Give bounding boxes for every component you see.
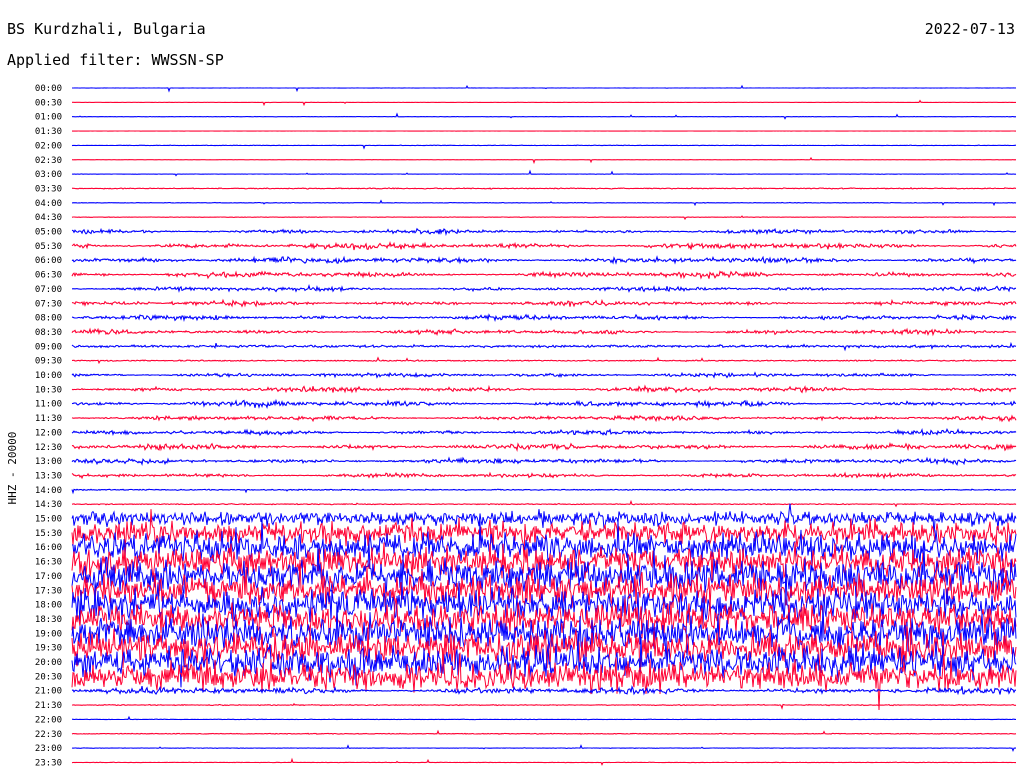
trace-row-1030	[71, 384, 1017, 394]
time-label: 03:30	[35, 184, 62, 194]
time-labels: 00:00 00:30 01:00 01:30 02:00 02:30 03:00 03:30…	[35, 84, 62, 768]
time-label: 23:00	[35, 744, 62, 754]
time-label: 20:30	[35, 672, 62, 682]
trace-row-0230	[71, 156, 1017, 165]
trace-row-2200	[71, 715, 1016, 721]
time-label: 10:30	[35, 385, 62, 395]
time-label: 14:00	[35, 486, 62, 496]
time-label: 22:30	[35, 730, 62, 740]
time-label: 13:00	[35, 457, 62, 467]
trace-row-0600	[71, 255, 1017, 265]
trace-row-1730	[71, 559, 1017, 612]
time-label: 21:30	[35, 701, 62, 711]
trace-row-2130	[71, 702, 1017, 710]
time-label: 21:00	[35, 687, 62, 697]
time-label: 07:00	[35, 285, 62, 295]
seismogram-chart: 00:00 00:30 01:00 01:30 02:00 02:30 03:00 03:30…	[35, 84, 1017, 768]
time-label: 12:00	[35, 428, 62, 438]
trace-row-0200	[71, 144, 1017, 150]
time-label: 09:30	[35, 357, 62, 367]
time-label: 04:30	[35, 213, 62, 223]
time-label: 13:30	[35, 471, 62, 481]
time-label: 19:30	[35, 644, 62, 654]
trace-row-0630	[71, 270, 1017, 280]
time-label: 05:00	[35, 228, 62, 238]
trace-row-2100	[71, 685, 1016, 696]
trace-row-0830	[71, 327, 1017, 337]
time-label: 18:00	[35, 601, 62, 611]
time-label: 11:30	[35, 414, 62, 424]
time-label: 03:00	[35, 170, 62, 180]
time-label: 17:30	[35, 586, 62, 596]
time-label: 06:00	[35, 256, 62, 266]
time-label: 11:00	[35, 400, 62, 410]
time-label: 00:00	[35, 84, 62, 94]
time-label: 08:30	[35, 328, 62, 338]
trace-row-2300	[71, 744, 1016, 753]
trace-row-1300	[71, 456, 1017, 466]
trace-row-1000	[71, 371, 1017, 379]
time-label: 20:00	[35, 658, 62, 668]
time-label: 05:30	[35, 242, 62, 252]
trace-row-0300	[71, 169, 1017, 177]
time-label: 01:00	[35, 113, 62, 123]
time-label: 16:00	[35, 543, 62, 553]
trace-row-2230	[71, 729, 1017, 736]
trace-row-1230	[71, 442, 1017, 452]
time-label: 17:00	[35, 572, 62, 582]
trace-row-0000	[72, 84, 1017, 93]
trace-row-0100	[71, 112, 1017, 120]
time-label: 08:00	[35, 314, 62, 324]
time-label: 09:00	[35, 342, 62, 352]
time-label: 07:30	[35, 299, 62, 309]
trace-row-0530	[71, 240, 1017, 251]
time-label: 14:30	[35, 500, 62, 510]
time-label: 04:00	[35, 199, 62, 209]
time-label: 15:30	[35, 529, 62, 539]
time-label: 18:30	[35, 615, 62, 625]
trace-row-2330	[71, 757, 1016, 766]
trace-row-1130	[71, 414, 1017, 423]
time-label: 19:00	[35, 629, 62, 639]
trace-row-0430	[71, 215, 1016, 221]
trace-row-0030	[72, 99, 1016, 107]
time-label: 22:00	[35, 715, 62, 725]
time-label: 06:30	[35, 271, 62, 281]
trace-row-1330	[71, 471, 1017, 480]
time-label: 15:00	[35, 515, 62, 525]
time-label: 10:00	[35, 371, 62, 381]
time-label: 23:30	[35, 758, 62, 768]
seismic-traces	[71, 84, 1017, 766]
time-label: 01:30	[35, 127, 62, 137]
trace-row-1100	[71, 398, 1017, 410]
time-label: 16:30	[35, 558, 62, 568]
time-label: 00:30	[35, 98, 62, 108]
trace-row-0400	[71, 199, 1017, 207]
trace-row-0700	[72, 283, 1017, 293]
time-label: 02:00	[35, 141, 62, 151]
trace-row-0730	[71, 298, 1017, 308]
trace-row-1400	[71, 488, 1017, 495]
time-label: 02:30	[35, 156, 62, 166]
trace-row-0930	[72, 356, 1017, 365]
trace-row-0800	[71, 313, 1017, 323]
trace-row-0330	[71, 187, 1017, 190]
time-label: 12:30	[35, 443, 62, 453]
trace-row-1200	[71, 427, 1017, 437]
trace-row-1430	[71, 499, 1017, 508]
trace-row-0500	[71, 227, 1017, 237]
trace-row-0900	[71, 341, 1017, 352]
